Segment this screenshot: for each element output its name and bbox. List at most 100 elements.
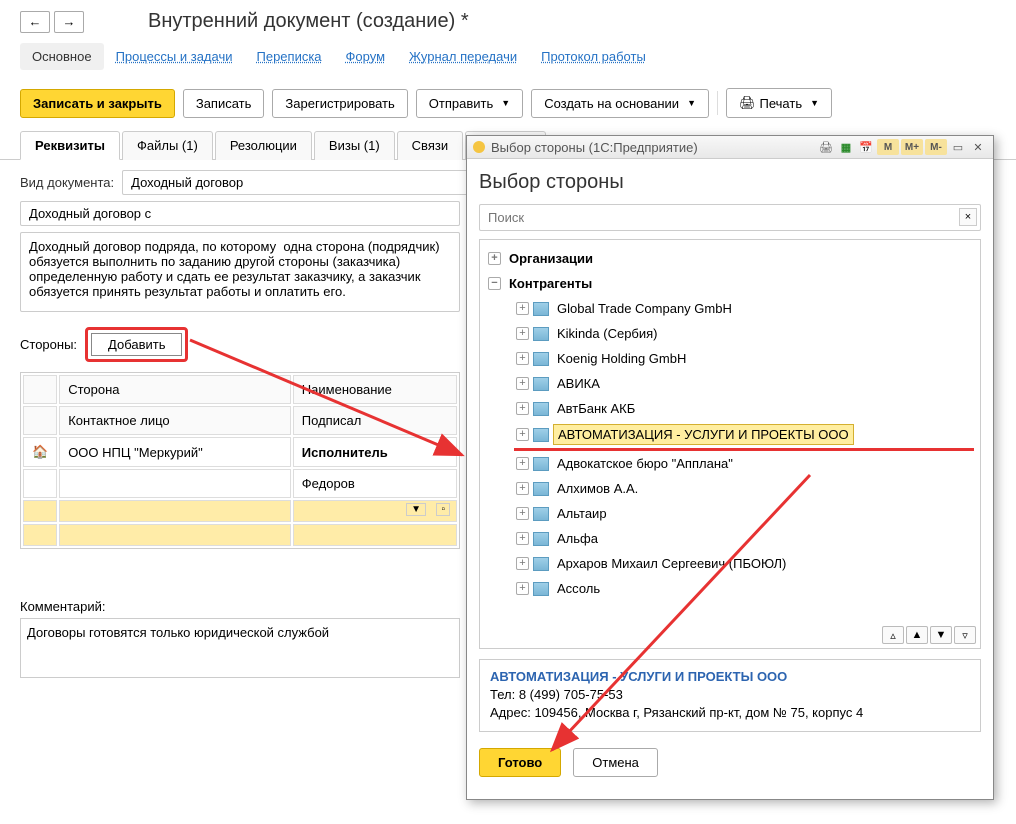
tab-details[interactable]: Реквизиты <box>20 131 120 160</box>
tree-top-button[interactable]: ▵ <box>882 626 904 644</box>
plus-icon[interactable]: + <box>516 352 529 365</box>
cancel-button[interactable]: Отмена <box>573 748 658 777</box>
search-input[interactable] <box>479 204 981 231</box>
plus-icon[interactable]: + <box>516 327 529 340</box>
plus-icon[interactable]: + <box>488 252 501 265</box>
nav-forward-button[interactable]: → <box>54 11 84 33</box>
plus-icon[interactable]: + <box>516 482 529 495</box>
col-signer: Подписал <box>293 406 457 435</box>
chevron-down-icon: ▼ <box>810 98 819 108</box>
tree-item[interactable]: +АВИКА <box>514 371 974 396</box>
tree-item[interactable]: + Альтаир <box>514 501 974 526</box>
tab-links[interactable]: Связи <box>397 131 463 160</box>
tree-item[interactable]: +Ассоль <box>514 576 974 601</box>
comment-textarea[interactable]: Договоры готовятся только юридической сл… <box>20 618 460 678</box>
tab-files[interactable]: Файлы (1) <box>122 131 213 160</box>
name-value[interactable]: Исполнитель <box>293 437 457 467</box>
tree-item-label: Альтаир <box>553 504 611 523</box>
app-icon <box>473 141 485 153</box>
plus-icon[interactable]: + <box>516 582 529 595</box>
doc-type-label: Вид документа: <box>20 175 114 190</box>
tree-item-label: Global Trade Company GmbH <box>553 299 736 318</box>
nav-links: Основное Процессы и задачи Переписка Фор… <box>0 43 1016 80</box>
send-button[interactable]: Отправить▼ <box>416 89 523 118</box>
arrow-right-icon: → <box>63 14 76 29</box>
tree-bottom-button[interactable]: ▿ <box>954 626 976 644</box>
plus-icon[interactable]: + <box>516 377 529 390</box>
plus-icon[interactable]: + <box>516 532 529 545</box>
tree-item[interactable]: +Koenig Holding GmbH <box>514 346 974 371</box>
create-based-button[interactable]: Создать на основании▼ <box>531 89 709 118</box>
separator <box>717 91 718 115</box>
m-button[interactable]: M <box>877 139 899 155</box>
building-icon <box>533 302 549 316</box>
search-clear-button[interactable]: × <box>959 208 977 226</box>
info-title: АВТОМАТИЗАЦИЯ - УСЛУГИ И ПРОЕКТЫ ООО <box>490 668 970 686</box>
plus-icon[interactable]: + <box>516 457 529 470</box>
tree-item[interactable]: +Адвокатское бюро "Апплана" <box>514 451 974 476</box>
tree-item[interactable]: + АВТОМАТИЗАЦИЯ - УСЛУГИ И ПРОЕКТЫ ООО <box>514 421 974 451</box>
tree-item[interactable]: +Kikinda (Сербия) <box>514 321 974 346</box>
tree-item-label: АВТОМАТИЗАЦИЯ - УСЛУГИ И ПРОЕКТЫ ООО <box>553 424 854 445</box>
nav-back-button[interactable]: ← <box>20 11 50 33</box>
contact-value[interactable] <box>59 469 291 498</box>
info-panel: АВТОМАТИЗАЦИЯ - УСЛУГИ И ПРОЕКТЫ ООО Тел… <box>479 659 981 732</box>
plus-icon[interactable]: + <box>516 402 529 415</box>
tree-item[interactable]: + АвтБанк АКБ <box>514 396 974 421</box>
new-name-cell[interactable]: ▼▫ <box>293 500 457 522</box>
tree-list[interactable]: + Организации − Контрагенты + Global Trad… <box>479 239 981 649</box>
save-button[interactable]: Записать <box>183 89 265 118</box>
print-preview-icon[interactable]: 🖨 <box>817 139 835 155</box>
new-contact-cell[interactable] <box>59 524 291 546</box>
nav-link-processes[interactable]: Процессы и задачи <box>104 43 245 70</box>
minus-icon[interactable]: − <box>488 277 501 290</box>
tree-node-org[interactable]: + Организации <box>486 246 974 271</box>
tree-item[interactable]: + Global Trade Company GmbH <box>514 296 974 321</box>
tree-item[interactable]: +Альфа <box>514 526 974 551</box>
nav-link-journal[interactable]: Журнал передачи <box>397 43 529 70</box>
info-address: Адрес: 109456, Москва г, Рязанский пр-кт… <box>490 704 970 722</box>
nav-link-protocol[interactable]: Протокол работы <box>529 43 658 70</box>
info-phone: Тел: 8 (499) 705-75-53 <box>490 686 970 704</box>
tree-node-contr[interactable]: − Контрагенты <box>486 271 974 296</box>
m-minus-button[interactable]: M- <box>925 139 947 155</box>
plus-icon[interactable]: + <box>516 428 529 441</box>
chevron-down-icon: ▼ <box>687 98 696 108</box>
signer-value[interactable]: Федоров <box>293 469 457 498</box>
plus-icon[interactable]: + <box>516 507 529 520</box>
building-icon <box>533 402 549 416</box>
nav-link-correspondence[interactable]: Переписка <box>245 43 334 70</box>
doc-title-input[interactable] <box>20 201 460 226</box>
col-name: Наименование <box>293 375 457 404</box>
print-button[interactable]: Печать▼ <box>726 88 832 118</box>
nav-link-main[interactable]: Основное <box>20 43 104 70</box>
save-close-button[interactable]: Записать и закрыть <box>20 89 175 118</box>
close-icon[interactable]: ✕ <box>969 139 987 155</box>
m-plus-button[interactable]: M+ <box>901 139 923 155</box>
register-button[interactable]: Зарегистрировать <box>272 89 407 118</box>
new-side-cell[interactable] <box>59 500 291 522</box>
side-value[interactable]: ООО НПЦ "Меркурий" <box>59 437 291 467</box>
minimize-icon[interactable]: ▭ <box>949 139 967 155</box>
done-button[interactable]: Готово <box>479 748 561 777</box>
table-icon[interactable]: ▦ <box>837 139 855 155</box>
tree-down-button[interactable]: ▼ <box>930 626 952 644</box>
building-icon <box>533 457 549 471</box>
dialog-titlebar: Выбор стороны (1С:Предприятие) 🖨 ▦ 📅 M M… <box>467 136 993 159</box>
nav-link-forum[interactable]: Форум <box>334 43 398 70</box>
add-side-button[interactable]: Добавить <box>91 333 182 356</box>
calendar-icon[interactable]: 📅 <box>857 139 875 155</box>
tree-item[interactable]: +Алхимов А.А. <box>514 476 974 501</box>
doc-desc-textarea[interactable]: Доходный договор подряда, по которому од… <box>20 232 460 312</box>
tree-item[interactable]: +Архаров Михаил Сергеевич (ПБОЮЛ) <box>514 551 974 576</box>
building-icon <box>533 557 549 571</box>
sides-label: Стороны: <box>20 337 77 352</box>
tree-item-label: АвтБанк АКБ <box>553 399 639 418</box>
plus-icon[interactable]: + <box>516 302 529 315</box>
tab-visas[interactable]: Визы (1) <box>314 131 395 160</box>
tree-up-button[interactable]: ▲ <box>906 626 928 644</box>
tab-resolutions[interactable]: Резолюции <box>215 131 312 160</box>
new-signer-cell[interactable] <box>293 524 457 546</box>
building-icon <box>533 507 549 521</box>
plus-icon[interactable]: + <box>516 557 529 570</box>
